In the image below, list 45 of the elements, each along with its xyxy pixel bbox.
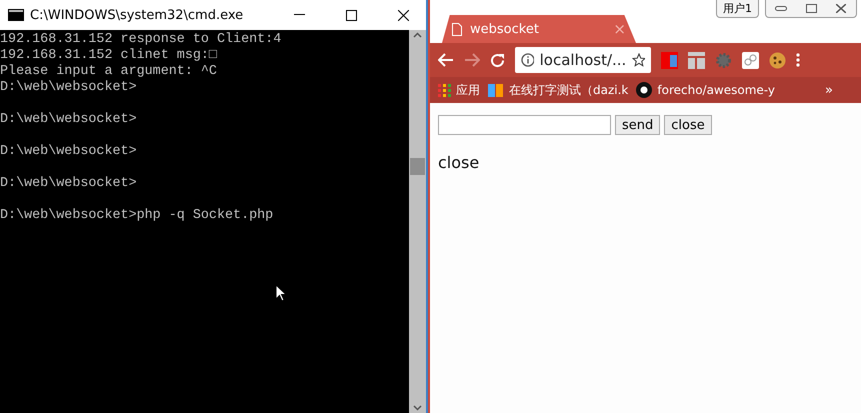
browser-tab[interactable]: websocket × <box>442 15 636 43</box>
scrollbar[interactable] <box>409 30 426 413</box>
console-line: D:\web\websocket> <box>0 144 138 160</box>
window-title: C:\WINDOWS\system32\cmd.exe <box>30 8 244 22</box>
console-line: 192.168.31.152 clinet msg:□ <box>0 48 218 64</box>
console-line: 192.168.31.152 response to Client:4 <box>0 32 282 48</box>
bookmark-item[interactable]: forecho/awesome-y <box>636 82 776 98</box>
maximize-icon <box>346 10 356 20</box>
back-button[interactable] <box>438 53 454 67</box>
close-button[interactable]: close <box>664 115 712 135</box>
bookmark-label: forecho/awesome-y <box>657 83 776 97</box>
cookie-icon[interactable] <box>769 52 786 68</box>
extension-icon[interactable] <box>742 52 759 68</box>
ku-logo-icon <box>488 84 504 96</box>
console-line: D:\web\websocket>php -q Socket.php <box>0 208 274 224</box>
console-icon <box>8 9 24 21</box>
extension-icon[interactable] <box>688 52 705 68</box>
minimize-icon <box>775 6 787 10</box>
menu-icon[interactable] <box>796 53 800 67</box>
restore-icon <box>806 4 816 12</box>
github-icon <box>636 82 652 98</box>
console-line: D:\web\websocket> <box>0 80 138 96</box>
scroll-thumb[interactable] <box>410 158 425 175</box>
address-bar[interactable]: localhost/... <box>515 47 651 73</box>
more-bookmarks-button[interactable]: » <box>825 82 853 98</box>
apps-grid-icon <box>438 84 451 96</box>
console-line: D:\web\websocket> <box>0 176 138 192</box>
bookmark-item[interactable]: 应用 <box>438 82 480 98</box>
scroll-down-icon <box>413 405 422 411</box>
console-line: D:\web\websocket> <box>0 112 138 128</box>
reload-button[interactable] <box>490 52 505 68</box>
mouse-cursor-icon <box>275 284 287 302</box>
bookmark-star-icon[interactable] <box>632 53 645 67</box>
status-text: close <box>438 153 480 172</box>
close-icon <box>836 4 846 12</box>
minimize-icon <box>294 14 304 16</box>
send-button[interactable]: send <box>615 115 660 135</box>
page-icon <box>452 22 462 36</box>
user-badge[interactable]: 用户1 <box>716 0 759 18</box>
info-icon <box>521 53 534 67</box>
close-icon <box>398 10 408 20</box>
scroll-up-icon <box>413 32 422 38</box>
console-line: Please input a argument: ^C <box>0 64 218 80</box>
bookmark-label: 应用 <box>456 82 480 98</box>
message-input-field[interactable] <box>438 115 611 135</box>
